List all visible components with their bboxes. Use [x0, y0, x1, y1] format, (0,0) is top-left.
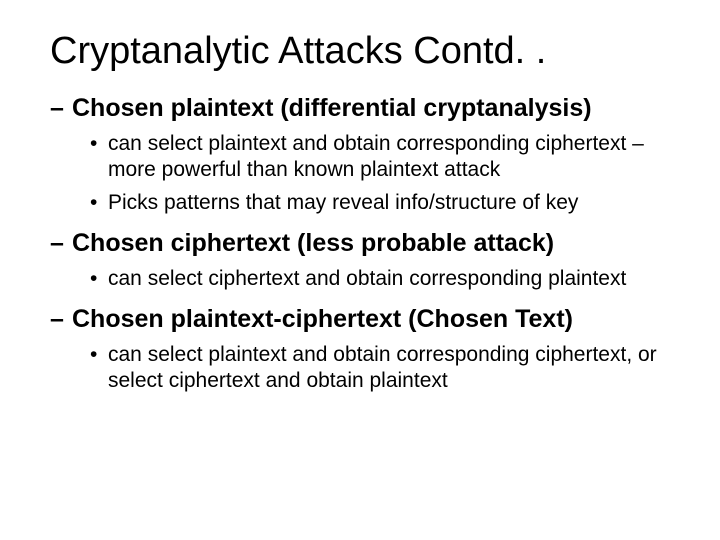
bullet-text: Picks patterns that may reveal info/stru…: [108, 191, 578, 214]
bullet-item: • can select plaintext and obtain corres…: [90, 342, 680, 395]
bullet-text: can select ciphertext and obtain corresp…: [108, 267, 626, 290]
bullet-text: can select plaintext and obtain correspo…: [108, 132, 644, 181]
bullet-item: • can select plaintext and obtain corres…: [90, 131, 680, 184]
section-heading-3: – Chosen plaintext-ciphertext (Chosen Te…: [50, 304, 680, 334]
slide: Cryptanalytic Attacks Contd. . – Chosen …: [0, 0, 720, 540]
section-heading-1: – Chosen plaintext (differential cryptan…: [50, 93, 680, 123]
section-heading-2: – Chosen ciphertext (less probable attac…: [50, 228, 680, 258]
slide-title: Cryptanalytic Attacks Contd. .: [50, 30, 680, 73]
bullet-item: • can select ciphertext and obtain corre…: [90, 266, 680, 292]
bullet-text: can select plaintext and obtain correspo…: [108, 343, 657, 392]
section-heading-text: Chosen plaintext-ciphertext (Chosen Text…: [72, 305, 573, 333]
section-heading-text: Chosen plaintext (differential cryptanal…: [72, 94, 592, 122]
bullet-item: • Picks patterns that may reveal info/st…: [90, 190, 680, 216]
section-heading-text: Chosen ciphertext (less probable attack): [72, 229, 554, 257]
